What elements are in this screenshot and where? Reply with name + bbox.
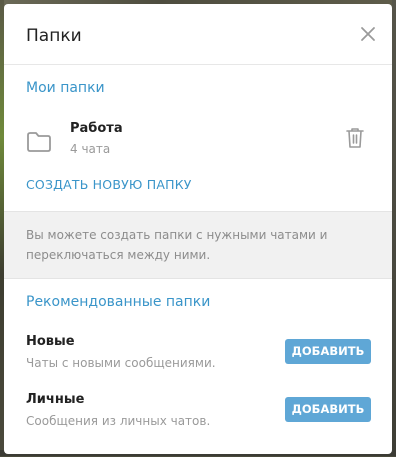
trash-icon[interactable] — [346, 127, 364, 149]
folder-name: Работа — [70, 121, 123, 136]
recommended-name: Личные — [26, 392, 85, 407]
info-text: Вы можете создать папки с нужными чатами… — [26, 228, 328, 262]
recommended-description: Сообщения из личных чатов. — [26, 414, 211, 428]
recommended-item-personal: Личные Сообщения из личных чатов. ДОБАВИ… — [4, 392, 392, 442]
info-box: Вы можете создать папки с нужными чатами… — [4, 211, 392, 279]
my-folders-title: Мои папки — [26, 80, 105, 96]
folder-item-work[interactable]: Работа 4 чата — [4, 107, 392, 163]
dialog-header: Папки — [4, 4, 392, 65]
folders-dialog: Папки Мои папки Работа 4 чата СОЗДАТЬ НО… — [4, 4, 392, 454]
dialog-title: Папки — [26, 26, 82, 46]
recommended-name: Новые — [26, 334, 75, 349]
recommended-item-new: Новые Чаты с новыми сообщениями. ДОБАВИТ… — [4, 334, 392, 384]
close-icon[interactable] — [360, 26, 376, 42]
recommended-description: Чаты с новыми сообщениями. — [26, 356, 216, 370]
add-personal-button[interactable]: ДОБАВИТЬ — [285, 397, 371, 422]
folder-icon — [27, 132, 51, 152]
add-new-button[interactable]: ДОБАВИТЬ — [285, 339, 371, 364]
recommended-folders-title: Рекомендованные папки — [26, 294, 211, 310]
background-right-edge — [392, 0, 396, 456]
folder-chat-count: 4 чата — [70, 142, 111, 156]
create-folder-button[interactable]: СОЗДАТЬ НОВУЮ ПАПКУ — [26, 177, 192, 192]
